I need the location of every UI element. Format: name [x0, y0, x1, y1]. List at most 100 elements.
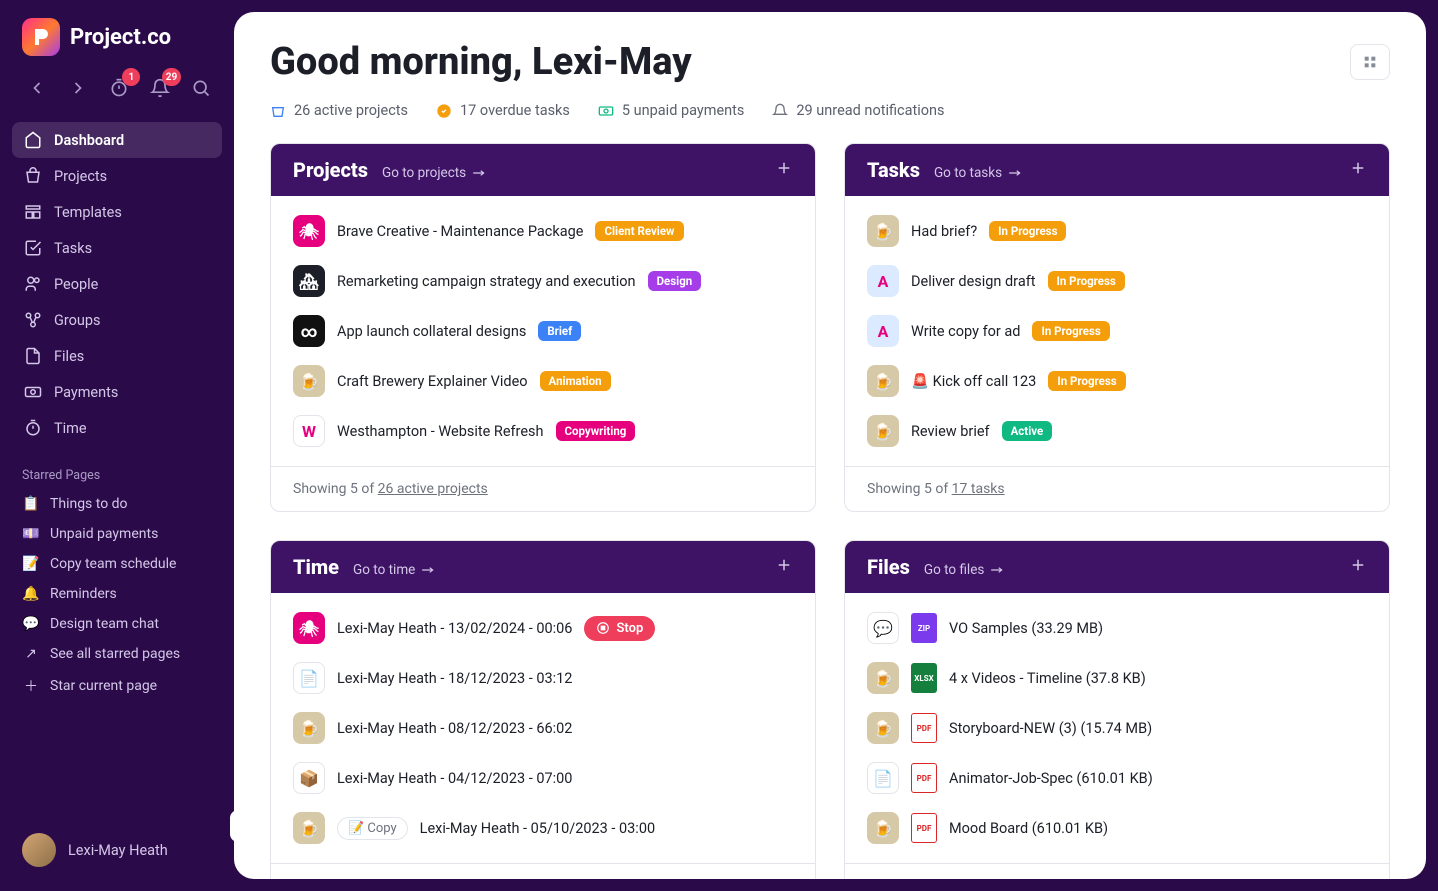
- nav-label: Projects: [54, 168, 107, 185]
- add-time-button[interactable]: [775, 556, 793, 578]
- stat-text: 29 unread notifications: [796, 102, 944, 119]
- time-row[interactable]: 🍺📝 CopyLexi-May Heath - 05/10/2023 - 03:…: [271, 803, 815, 853]
- starred-item[interactable]: 🔔Reminders: [12, 579, 222, 609]
- task-row[interactable]: ADeliver design draftIn Progress: [845, 256, 1389, 306]
- current-user[interactable]: Lexi-May Heath: [0, 815, 234, 891]
- project-icon: 📄: [293, 662, 325, 694]
- nav-label: Templates: [54, 204, 122, 221]
- file-row[interactable]: 📄PDFAnimator-Job-Spec (610.01 KB): [845, 753, 1389, 803]
- starred-see-all[interactable]: ↗See all starred pages: [12, 639, 222, 669]
- nav-item-dashboard[interactable]: Dashboard: [12, 122, 222, 158]
- nav-icon-row: 1 29: [0, 66, 234, 118]
- nav-item-projects[interactable]: Projects: [12, 158, 222, 194]
- project-name: Craft Brewery Explainer Video: [337, 373, 528, 390]
- file-row[interactable]: 🍺PDFMood Board (610.01 KB): [845, 803, 1389, 853]
- stop-timer-button[interactable]: Stop: [584, 616, 655, 641]
- file-row[interactable]: 🍺PDFStoryboard-NEW (3) (15.74 MB): [845, 703, 1389, 753]
- stat-projects[interactable]: 26 active projects: [270, 102, 408, 119]
- stat-text: 17 overdue tasks: [460, 102, 570, 119]
- project-row[interactable]: ∞App launch collateral designsBrief: [271, 306, 815, 356]
- card-title: Files: [867, 555, 910, 579]
- nav-item-time[interactable]: Time: [12, 410, 222, 446]
- stat-notifications[interactable]: 29 unread notifications: [772, 102, 944, 119]
- file-name: Mood Board (610.01 KB): [949, 820, 1108, 837]
- copy-button[interactable]: 📝 Copy: [337, 817, 408, 840]
- task-row[interactable]: 🍺🚨 Kick off call 123In Progress: [845, 356, 1389, 406]
- search-icon[interactable]: [185, 72, 216, 104]
- footer-link[interactable]: 17 tasks: [952, 481, 1005, 497]
- starred-emoji-icon: 🔔: [22, 586, 40, 602]
- status-badge: Copywriting: [556, 421, 636, 441]
- nav-item-people[interactable]: People: [12, 266, 222, 302]
- nav-back-button[interactable]: [22, 72, 53, 104]
- project-icon: W: [293, 415, 325, 447]
- card-body: 💬ZIPVO Samples (33.29 MB)🍺XLSX4 x Videos…: [845, 593, 1389, 863]
- starred-star-current[interactable]: ＋Star current page: [12, 669, 222, 703]
- project-icon: 📄: [867, 762, 899, 794]
- task-name: 🚨 Kick off call 123: [911, 373, 1036, 390]
- layout-grid-button[interactable]: [1350, 44, 1390, 80]
- add-file-button[interactable]: [1349, 556, 1367, 578]
- card-header: Tasks Go to tasks: [845, 144, 1389, 196]
- status-badge: Design: [648, 271, 702, 291]
- nav-item-tasks[interactable]: Tasks: [12, 230, 222, 266]
- nav-item-templates[interactable]: Templates: [12, 194, 222, 230]
- time-row[interactable]: 📄Lexi-May Heath - 18/12/2023 - 03:12: [271, 653, 815, 703]
- time-entry: Lexi-May Heath - 04/12/2023 - 07:00: [337, 770, 572, 787]
- card-header: Projects Go to projects: [271, 144, 815, 196]
- card-footer: Showing 5 of 26 active projects: [271, 466, 815, 511]
- nav-item-groups[interactable]: Groups: [12, 302, 222, 338]
- file-type-icon: XLSX: [911, 663, 937, 693]
- nav-item-payments[interactable]: Payments: [12, 374, 222, 410]
- nav-label: Time: [54, 420, 87, 437]
- footer-link[interactable]: 37 time entries: [378, 878, 471, 879]
- status-badge: Animation: [540, 371, 611, 391]
- time-row[interactable]: 📦Lexi-May Heath - 04/12/2023 - 07:00: [271, 753, 815, 803]
- starred-label: Design team chat: [50, 616, 159, 632]
- stat-overdue[interactable]: 17 overdue tasks: [436, 102, 570, 119]
- task-name: Deliver design draft: [911, 273, 1036, 290]
- project-icon: 🕷: [293, 612, 325, 644]
- nav-forward-button[interactable]: [63, 72, 94, 104]
- stats-row: 26 active projects 17 overdue tasks 5 un…: [270, 102, 1390, 119]
- card-goto-link[interactable]: Go to projects: [382, 165, 486, 181]
- bell-badge: 29: [162, 68, 181, 86]
- card-body: 🍺Had brief?In ProgressADeliver design dr…: [845, 196, 1389, 466]
- starred-emoji-icon: 💬: [22, 616, 40, 632]
- greeting-row: Good morning, Lexi-May: [270, 40, 1390, 84]
- project-row[interactable]: WWesthampton - Website RefreshCopywritin…: [271, 406, 815, 456]
- task-row[interactable]: AWrite copy for adIn Progress: [845, 306, 1389, 356]
- bell-icon[interactable]: 29: [144, 72, 175, 104]
- file-row[interactable]: 💬ZIPVO Samples (33.29 MB): [845, 603, 1389, 653]
- time-row[interactable]: 🕷Lexi-May Heath - 13/02/2024 - 00:06Stop: [271, 603, 815, 653]
- project-row[interactable]: 🍺Craft Brewery Explainer VideoAnimation: [271, 356, 815, 406]
- project-icon: 🍺: [867, 712, 899, 744]
- starred-item[interactable]: 💷Unpaid payments: [12, 519, 222, 549]
- starred-item[interactable]: 💬 Design team chat: [12, 609, 222, 639]
- footer-link[interactable]: 51 uploaded files: [952, 878, 1058, 879]
- file-type-icon: PDF: [911, 813, 937, 843]
- add-project-button[interactable]: [775, 159, 793, 181]
- footer-link[interactable]: 26 active projects: [378, 481, 488, 497]
- card-goto-link[interactable]: Go to time: [353, 562, 435, 578]
- add-task-button[interactable]: [1349, 159, 1367, 181]
- project-name: Brave Creative - Maintenance Package: [337, 223, 583, 240]
- starred-label: Copy team schedule: [50, 556, 176, 572]
- starred-item[interactable]: 📝Copy team schedule: [12, 549, 222, 579]
- sidebar: Project.co 1 29 Dashboard Projects Templ…: [0, 0, 234, 891]
- project-row[interactable]: 🏘Remarketing campaign strategy and execu…: [271, 256, 815, 306]
- starred-item[interactable]: 📋Things to do: [12, 489, 222, 519]
- card-header: Time Go to time: [271, 541, 815, 593]
- project-row[interactable]: 🕷Brave Creative - Maintenance PackageCli…: [271, 206, 815, 256]
- card-goto-link[interactable]: Go to tasks: [934, 165, 1022, 181]
- file-row[interactable]: 🍺XLSX4 x Videos - Timeline (37.8 KB): [845, 653, 1389, 703]
- nav-item-files[interactable]: Files: [12, 338, 222, 374]
- nav-label: Payments: [54, 384, 118, 401]
- stat-unpaid[interactable]: 5 unpaid payments: [598, 102, 745, 119]
- task-row[interactable]: 🍺Review briefActive: [845, 406, 1389, 456]
- task-row[interactable]: 🍺Had brief?In Progress: [845, 206, 1389, 256]
- timer-icon[interactable]: 1: [104, 72, 135, 104]
- brand[interactable]: Project.co: [0, 0, 234, 66]
- time-row[interactable]: 🍺Lexi-May Heath - 08/12/2023 - 66:02: [271, 703, 815, 753]
- card-goto-link[interactable]: Go to files: [924, 562, 1004, 578]
